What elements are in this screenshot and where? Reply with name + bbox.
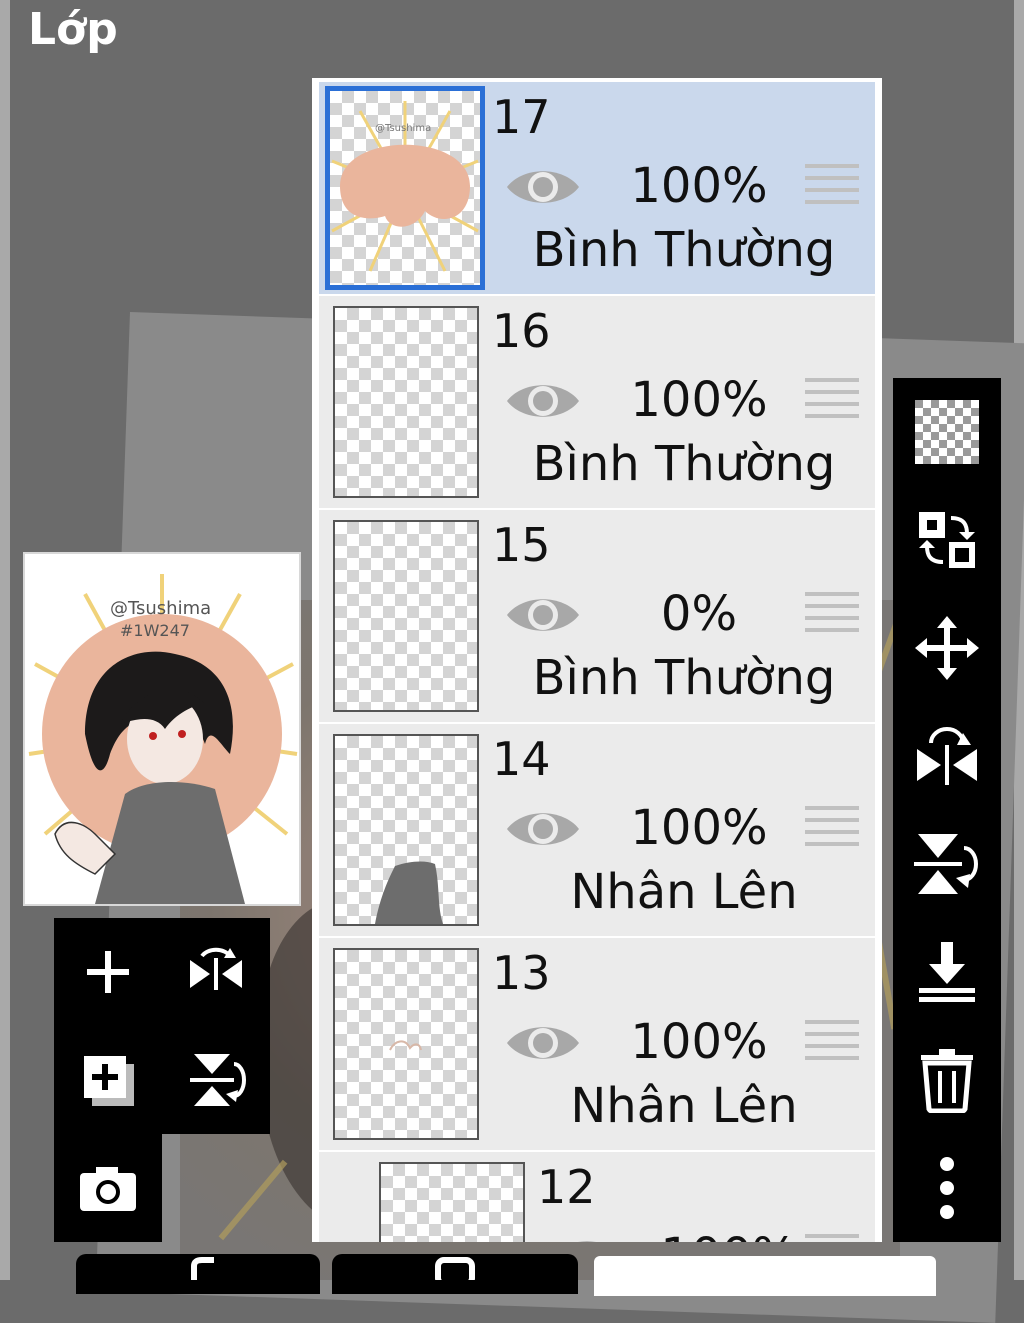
- layer-number: 17: [492, 90, 551, 144]
- drag-handle-icon[interactable]: [805, 1020, 859, 1064]
- bottom-tab-center[interactable]: [332, 1254, 578, 1294]
- move-icon: [915, 616, 979, 680]
- visibility-eye-icon[interactable]: [505, 1018, 581, 1068]
- layer-blend-mode[interactable]: Nhân Lên: [529, 864, 839, 920]
- layer-row-14[interactable]: 14 100% Nhân Lên: [319, 724, 875, 936]
- camera-toolbox: [54, 1134, 162, 1242]
- visibility-eye-icon[interactable]: [505, 804, 581, 854]
- flip-horizontal-icon: [190, 947, 242, 990]
- bottom-tab-icon: [435, 1257, 475, 1287]
- layer-opacity[interactable]: 100%: [619, 1014, 779, 1070]
- layer-blend-mode[interactable]: Nhân Lên: [529, 1078, 839, 1134]
- swap-layer-button[interactable]: [893, 486, 1001, 594]
- layer-blend-mode[interactable]: Bình Thường: [529, 436, 839, 492]
- camera-icon: [80, 1167, 136, 1211]
- layer-thumbnail: [333, 948, 479, 1140]
- layer-row-13[interactable]: 13 100% Nhân Lên: [319, 938, 875, 1150]
- flip-horizontal-button[interactable]: [162, 918, 270, 1026]
- flip-vertical-icon: [190, 1054, 246, 1106]
- layer-row-15[interactable]: 15 0% Bình Thường: [319, 510, 875, 722]
- visibility-eye-icon[interactable]: [505, 590, 581, 640]
- layer-blend-mode[interactable]: Bình Thường: [529, 222, 839, 278]
- delete-layer-button[interactable]: [893, 1026, 1001, 1134]
- right-toolbar: [893, 378, 1001, 1242]
- visibility-eye-icon[interactable]: [549, 1232, 625, 1242]
- preview-artwork: @Tsushima #1W247: [28, 574, 298, 904]
- bottom-tab-left[interactable]: [76, 1254, 320, 1294]
- flip-horizontal-layer-button[interactable]: [893, 702, 1001, 810]
- transparency-icon: [915, 400, 979, 464]
- delete-icon: [921, 1049, 973, 1113]
- layer-opacity[interactable]: 100%: [619, 372, 779, 428]
- layer-opacity[interactable]: 100%: [649, 1228, 809, 1242]
- layer-opacity[interactable]: 0%: [619, 586, 779, 642]
- rotate-flip-vertical-icon: [914, 834, 978, 894]
- visibility-eye-icon[interactable]: [505, 162, 581, 212]
- move-button[interactable]: [893, 594, 1001, 702]
- layer-opacity[interactable]: 100%: [619, 158, 779, 214]
- layer-number: 16: [492, 304, 551, 358]
- drag-handle-icon[interactable]: [805, 1234, 859, 1242]
- drag-handle-icon[interactable]: [805, 592, 859, 636]
- layer-row-16[interactable]: 16 100% Bình Thường: [319, 296, 875, 508]
- camera-button[interactable]: [54, 1134, 162, 1242]
- drag-handle-icon[interactable]: [805, 806, 859, 850]
- merge-down-button[interactable]: [893, 918, 1001, 1026]
- add-layer-button[interactable]: [54, 918, 162, 1026]
- flip-vertical-layer-button[interactable]: [893, 810, 1001, 918]
- layers-panel: @Tsushima 17 100% Bình Thường 16 100% Bì…: [312, 78, 882, 1242]
- layer-blend-mode[interactable]: Bình Thường: [529, 650, 839, 706]
- layer-thumbnail: [333, 520, 479, 712]
- layer-row-17[interactable]: @Tsushima 17 100% Bình Thường: [319, 82, 875, 294]
- layer-opacity[interactable]: 100%: [619, 800, 779, 856]
- svg-text:#1W247: #1W247: [120, 621, 190, 640]
- merge-down-icon: [919, 942, 975, 1002]
- layer-thumbnail: [333, 306, 479, 498]
- drag-handle-icon[interactable]: [805, 164, 859, 208]
- rotate-flip-horizontal-icon: [917, 727, 977, 785]
- more-options-icon: [940, 1157, 954, 1219]
- page-title: Lớp: [28, 4, 118, 55]
- svg-text:@Tsushima: @Tsushima: [110, 598, 211, 619]
- bottom-tab-icon: [191, 1257, 214, 1280]
- bottom-input-area[interactable]: [594, 1256, 936, 1296]
- left-toolbox: [54, 918, 270, 1134]
- layer-number: 14: [492, 732, 551, 786]
- swap-layer-icon: [919, 512, 975, 568]
- layer-thumbnail: [333, 734, 479, 926]
- canvas-preview[interactable]: @Tsushima #1W247: [23, 552, 301, 906]
- layer-number: 12: [537, 1160, 596, 1214]
- layer-number: 13: [492, 946, 551, 1000]
- canvas-edge-left: [0, 0, 10, 1280]
- svg-text:@Tsushima: @Tsushima: [375, 123, 431, 134]
- layer-thumbnail: [379, 1162, 525, 1242]
- duplicate-layer-button[interactable]: [54, 1026, 162, 1134]
- flip-vertical-button[interactable]: [162, 1026, 270, 1134]
- add-layer-copy-icon: [84, 1056, 134, 1106]
- transparency-button[interactable]: [893, 378, 1001, 486]
- add-layer-icon: [87, 951, 129, 993]
- layer-thumbnail: @Tsushima: [325, 86, 485, 290]
- layer-number: 15: [492, 518, 551, 572]
- drag-handle-icon[interactable]: [805, 378, 859, 422]
- more-options-button[interactable]: [893, 1134, 1001, 1242]
- layer-row-12[interactable]: 12 100%: [319, 1152, 875, 1242]
- visibility-eye-icon[interactable]: [505, 376, 581, 426]
